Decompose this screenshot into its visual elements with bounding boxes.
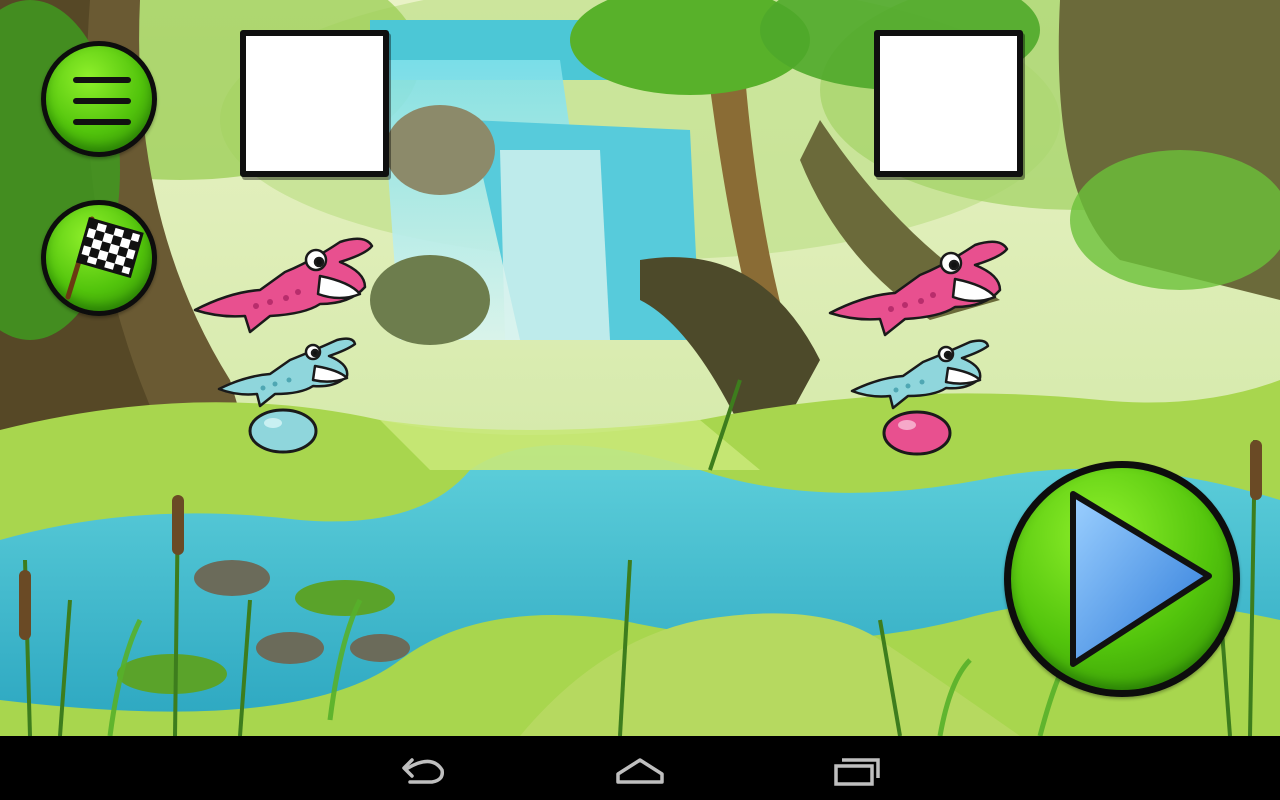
pink-crocodile-left[interactable] <box>190 232 380 337</box>
nav-recents-button[interactable] <box>826 744 890 792</box>
card-slot-left[interactable] <box>240 30 389 177</box>
play-triangle-icon <box>1070 491 1212 667</box>
blue-crocodile-right[interactable] <box>848 336 993 411</box>
blue-egg-left[interactable] <box>247 406 319 456</box>
pink-egg-right[interactable] <box>881 408 953 458</box>
recent-apps-icon <box>834 758 880 786</box>
nav-home-button[interactable] <box>608 744 672 792</box>
game-scene <box>0 0 1280 736</box>
hamburger-menu-icon <box>73 77 131 125</box>
home-icon <box>616 758 664 784</box>
system-navigation-bar <box>0 736 1280 800</box>
pink-crocodile-right[interactable] <box>825 235 1015 340</box>
card-slot-right[interactable] <box>874 30 1023 177</box>
back-arrow-icon <box>402 758 445 784</box>
checkered-flag-icon <box>65 216 144 300</box>
finish-flag-button[interactable] <box>41 200 157 316</box>
play-button[interactable] <box>1004 461 1240 697</box>
menu-button[interactable] <box>41 41 157 157</box>
blue-crocodile-left[interactable] <box>215 334 360 409</box>
nav-back-button[interactable] <box>392 744 456 792</box>
